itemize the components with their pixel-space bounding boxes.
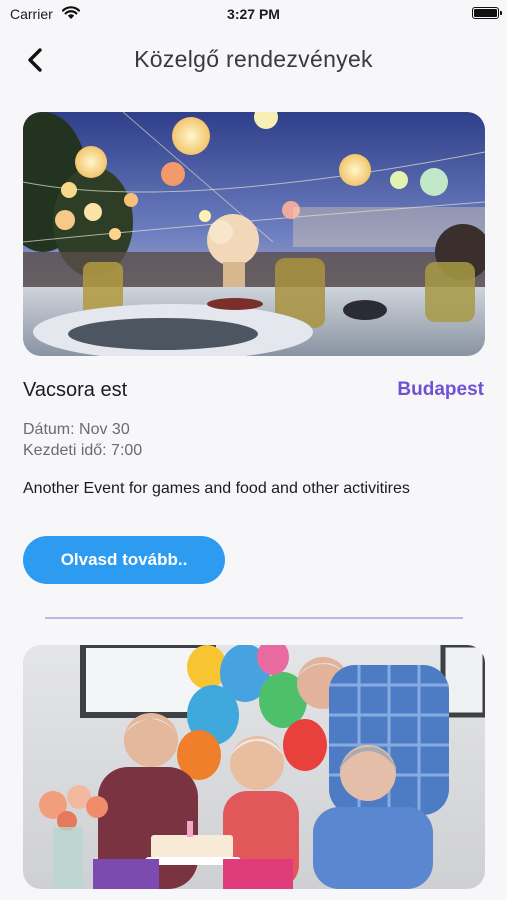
- battery-icon: [472, 7, 502, 19]
- navigation-bar: Közelgő rendezvények: [0, 36, 507, 84]
- divider: [45, 617, 463, 619]
- event-date: Dátum: Nov 30: [23, 421, 130, 438]
- page-title: Közelgő rendezvények: [134, 46, 373, 72]
- read-more-button[interactable]: Olvasd tovább..: [23, 536, 225, 584]
- dinner-party-photo: [23, 112, 485, 356]
- status-bar: Carrier 3:27 PM: [0, 0, 507, 28]
- birthday-party-photo: [23, 645, 485, 889]
- event-image[interactable]: [23, 112, 485, 356]
- event-title: Vacsora est: [23, 379, 128, 401]
- event-image[interactable]: [23, 645, 485, 889]
- status-time: 3:27 PM: [227, 6, 280, 22]
- event-description: Another Event for games and food and oth…: [23, 480, 410, 497]
- event-location: Budapest: [397, 379, 484, 400]
- event-start-time: Kezdeti idő: 7:00: [23, 442, 143, 459]
